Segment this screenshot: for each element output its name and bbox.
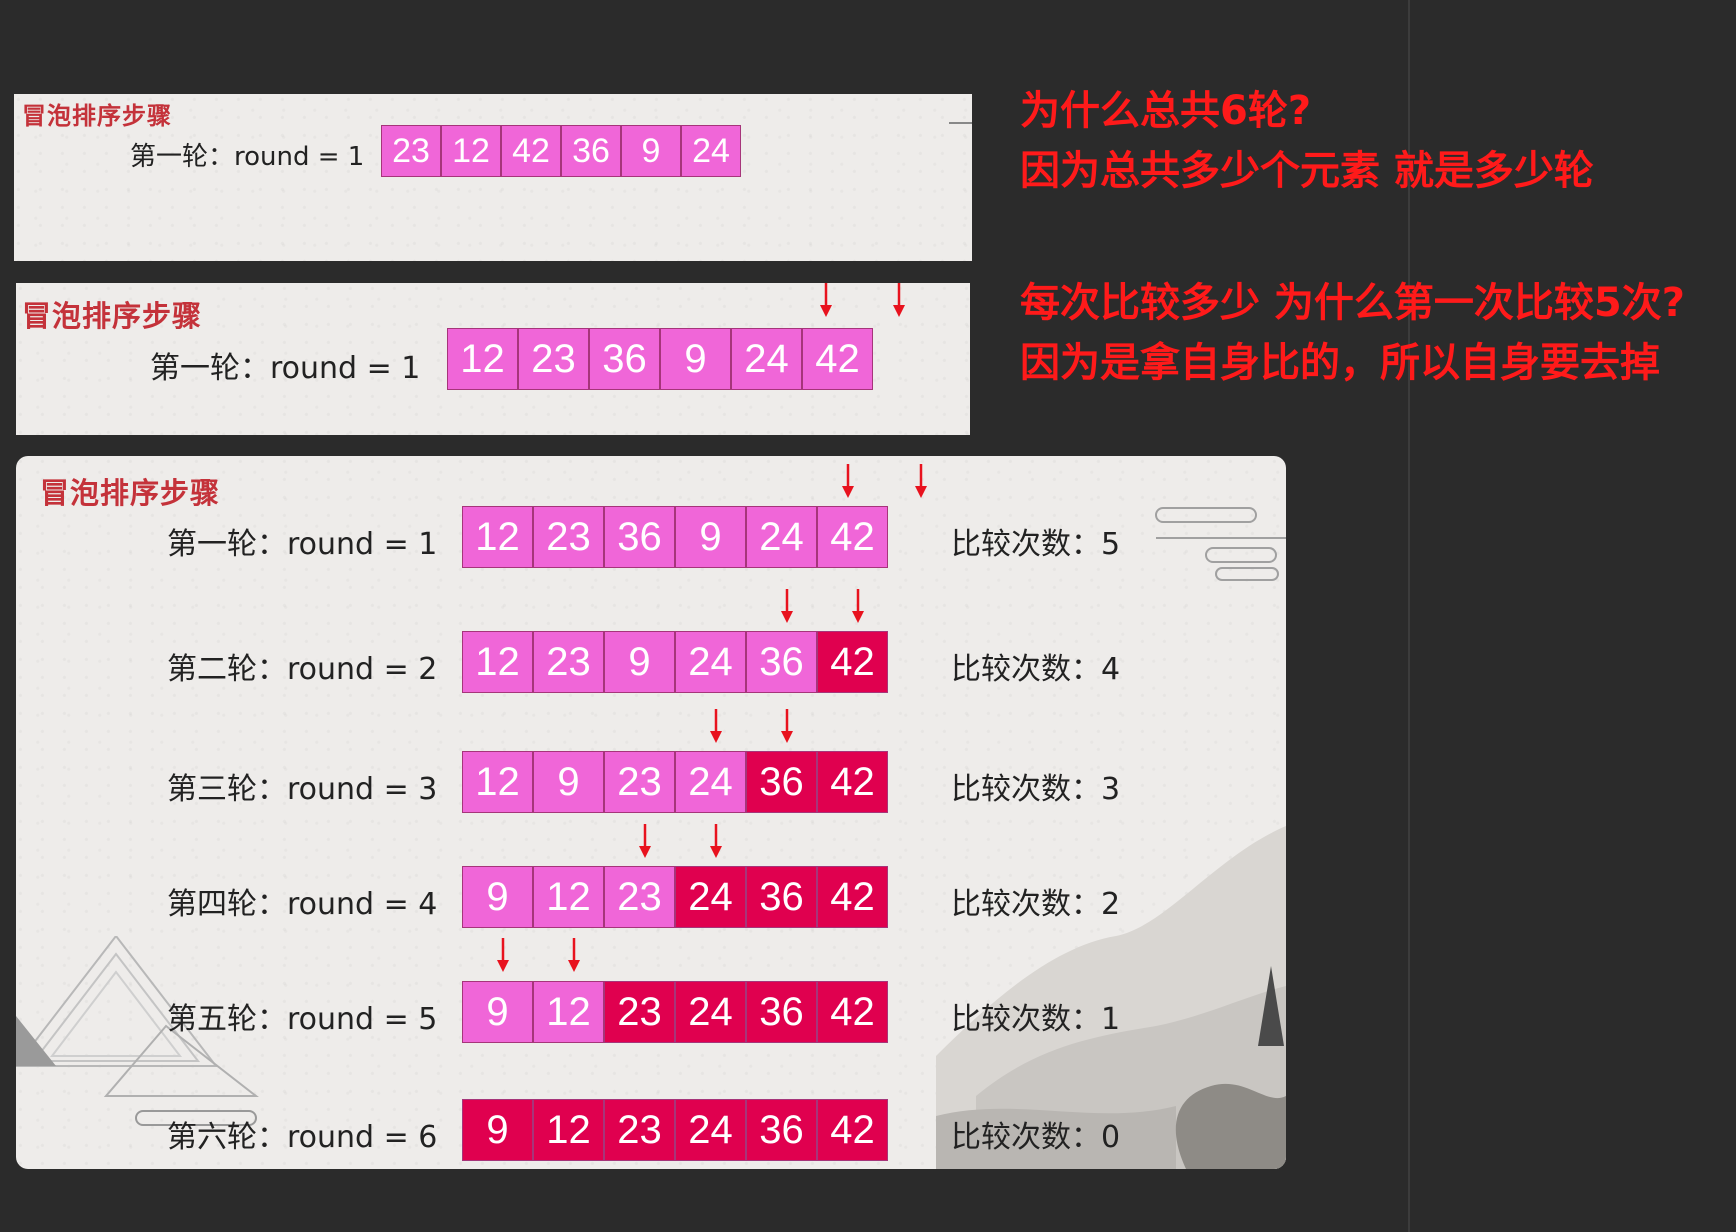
down-arrow-icon (639, 824, 651, 858)
down-arrow-icon (497, 938, 509, 972)
array-cell: 36 (746, 981, 817, 1043)
annotation-line-1: 为什么总共6轮? (1020, 88, 1312, 134)
panel-title: 冒泡排序步骤 (40, 476, 221, 510)
down-arrow-icon (781, 589, 793, 623)
array-cell: 36 (746, 751, 817, 813)
array-cell: 23 (533, 631, 604, 693)
array-cell: 24 (675, 981, 746, 1043)
array-cell: 36 (604, 506, 675, 568)
array-cell: 23 (381, 125, 441, 177)
array-cell: 24 (675, 1099, 746, 1161)
compare-count: 比较次数：5 (951, 527, 1121, 562)
round-label: 第五轮：round = 5 (167, 1002, 438, 1037)
round-label: 第四轮：round = 4 (167, 887, 438, 922)
array-cell: 23 (518, 328, 589, 390)
annotation-line-4: 因为是拿自身比的，所以自身要去掉 (1020, 340, 1660, 386)
array-cell: 24 (731, 328, 802, 390)
slide-panel-1: 冒泡排序步骤 第一轮：round = 1 23 12 42 36 9 24 (14, 94, 972, 261)
array-cell: 23 (604, 751, 675, 813)
array-cell: 42 (802, 328, 873, 390)
round-label: 第一轮：round = 1 (130, 142, 365, 172)
array-cell: 23 (533, 506, 604, 568)
cloud-decoration (1155, 507, 1286, 581)
array-cell: 12 (462, 631, 533, 693)
array-cell: 42 (817, 751, 888, 813)
array-cell: 12 (533, 866, 604, 928)
array-cell: 9 (675, 506, 746, 568)
array-cell: 42 (817, 981, 888, 1043)
panel-title: 冒泡排序步骤 (22, 299, 203, 333)
down-arrow-icon (893, 283, 905, 317)
down-arrow-icon (710, 824, 722, 858)
array-cell: 12 (447, 328, 518, 390)
array-cell: 36 (746, 866, 817, 928)
array-cell: 24 (681, 125, 741, 177)
round-label: 第一轮：round = 1 (167, 527, 438, 562)
array-cell: 9 (462, 866, 533, 928)
down-arrow-icon (568, 938, 580, 972)
array-cell: 36 (561, 125, 621, 177)
array-cell: 42 (817, 866, 888, 928)
array-cell: 24 (675, 751, 746, 813)
array-cell: 24 (675, 631, 746, 693)
array-cell: 9 (533, 751, 604, 813)
array-cell: 24 (746, 506, 817, 568)
array-cell: 12 (533, 1099, 604, 1161)
slide-panel-main: 冒泡排序步骤 第一轮：round = 1 12 23 36 9 24 42 比较次数：5 第二轮… (16, 456, 1286, 1169)
array-cell: 9 (660, 328, 731, 390)
decor-line (949, 122, 972, 124)
compare-count: 比较次数：0 (951, 1120, 1121, 1155)
down-arrow-icon (852, 589, 864, 623)
annotation-line-3: 每次比较多少 为什么第一次比较5次? (1020, 280, 1685, 326)
down-arrow-icon (842, 464, 854, 498)
array-cell: 9 (621, 125, 681, 177)
array-cell: 12 (441, 125, 501, 177)
array-cell: 23 (604, 1099, 675, 1161)
round-label: 第一轮：round = 1 (150, 351, 421, 386)
down-arrow-icon (781, 709, 793, 743)
array-cell: 9 (462, 1099, 533, 1161)
round-label: 第六轮：round = 6 (167, 1120, 438, 1155)
down-arrow-icon (710, 709, 722, 743)
compare-count: 比较次数：4 (951, 652, 1121, 687)
array-cell: 42 (817, 1099, 888, 1161)
round-label: 第二轮：round = 2 (167, 652, 438, 687)
array-cell: 12 (462, 751, 533, 813)
round-label: 第三轮：round = 3 (167, 772, 438, 807)
array-cell: 36 (746, 631, 817, 693)
array-cell: 42 (817, 631, 888, 693)
array-cell: 9 (462, 981, 533, 1043)
array-cell: 42 (817, 506, 888, 568)
array-cell: 24 (675, 866, 746, 928)
array-cell: 9 (604, 631, 675, 693)
compare-count: 比较次数：1 (951, 1002, 1121, 1037)
array-cell: 36 (746, 1099, 817, 1161)
array-cell: 23 (604, 866, 675, 928)
array-cell: 12 (533, 981, 604, 1043)
compare-count: 比较次数：2 (951, 887, 1121, 922)
array-cell: 42 (501, 125, 561, 177)
compare-count: 比较次数：3 (951, 772, 1121, 807)
down-arrow-icon (915, 464, 927, 498)
down-arrow-icon (820, 283, 832, 317)
slide-panel-2: 冒泡排序步骤 第一轮：round = 1 12 23 36 9 24 42 (16, 283, 970, 435)
array-cell: 36 (589, 328, 660, 390)
annotation-line-2: 因为总共多少个元素 就是多少轮 (1020, 148, 1594, 194)
panel-title: 冒泡排序步骤 (22, 102, 172, 130)
array-cell: 23 (604, 981, 675, 1043)
array-cell: 12 (462, 506, 533, 568)
